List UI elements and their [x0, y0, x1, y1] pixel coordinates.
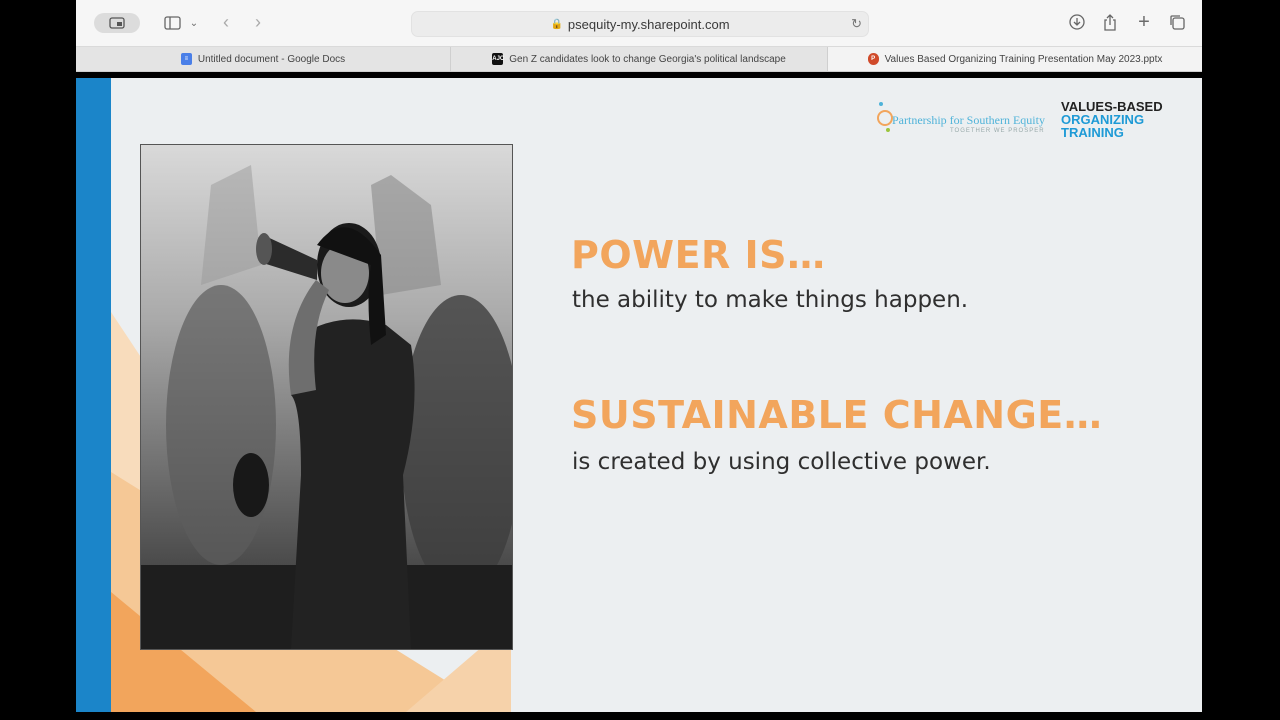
- chevron-right-icon: ›: [255, 11, 261, 32]
- partnership-southern-equity-logo: Partnership for Southern Equity TOGETHER…: [876, 98, 1052, 142]
- back-button[interactable]: ‹: [218, 12, 234, 32]
- new-tab-button[interactable]: +: [1135, 10, 1153, 33]
- sidebar-icon: [163, 16, 181, 30]
- values-based-organizing-logo: VALUES-BASED ORGANIZING TRAINING: [1061, 100, 1163, 139]
- browser-window: ⌄ ‹ › 🔒 psequity-my.sharepoint.com ↻ + ≡…: [76, 0, 1202, 712]
- tab-overview-grid-button[interactable]: [1168, 13, 1186, 31]
- sidebar-menu-chevron[interactable]: ⌄: [188, 14, 200, 32]
- tab-label: Gen Z candidates look to change Georgia'…: [509, 53, 786, 65]
- photo-illustration: [141, 145, 512, 649]
- reload-icon[interactable]: ↻: [851, 16, 862, 32]
- tab-google-docs[interactable]: ≡ Untitled document - Google Docs: [76, 47, 451, 71]
- chevron-down-icon: ⌄: [189, 17, 199, 29]
- powerpoint-icon: P: [867, 53, 879, 65]
- tab-overview-button[interactable]: [94, 13, 140, 33]
- google-docs-icon: ≡: [180, 53, 192, 65]
- tab-bar: ≡ Untitled document - Google Docs AJC Ge…: [76, 47, 1202, 72]
- presentation-slide: Partnership for Southern Equity TOGETHER…: [76, 78, 1202, 712]
- power-heading: POWER IS…: [571, 233, 826, 277]
- tabs-icon: [1170, 15, 1185, 30]
- tab-label: Values Based Organizing Training Present…: [884, 53, 1163, 65]
- browser-toolbar: ⌄ ‹ › 🔒 psequity-my.sharepoint.com ↻ +: [76, 0, 1202, 47]
- lock-icon: 🔒: [550, 18, 563, 30]
- tab-powerpoint[interactable]: P Values Based Organizing Training Prese…: [828, 47, 1202, 71]
- chevron-left-icon: ‹: [223, 11, 229, 32]
- tab-news-article[interactable]: AJC Gen Z candidates look to change Geor…: [451, 47, 828, 71]
- download-icon: [1069, 14, 1085, 30]
- logo-line-3: TRAINING: [1061, 125, 1124, 140]
- pse-logo-name: Partnership for Southern Equity: [892, 113, 1045, 127]
- protester-megaphone-photo: [140, 144, 513, 650]
- sustainable-change-definition: is created by using collective power.: [572, 449, 991, 475]
- forward-button[interactable]: ›: [250, 12, 266, 32]
- pse-logo-tagline: TOGETHER WE PROSPER: [950, 128, 1045, 134]
- share-icon: [1104, 13, 1116, 31]
- share-button[interactable]: [1101, 12, 1119, 32]
- sustainable-change-heading: SUSTAINABLE CHANGE…: [571, 393, 1103, 437]
- url-text: psequity-my.sharepoint.com: [567, 16, 730, 32]
- sidebar-toggle-button[interactable]: [162, 14, 182, 32]
- tab-overview-icon: [109, 17, 125, 29]
- downloads-button[interactable]: [1068, 13, 1086, 31]
- news-site-icon: AJC: [492, 53, 504, 65]
- power-definition: the ability to make things happen.: [572, 287, 969, 313]
- plus-icon: +: [1138, 10, 1150, 33]
- tab-label: Untitled document - Google Docs: [197, 53, 346, 65]
- address-bar[interactable]: 🔒 psequity-my.sharepoint.com ↻: [411, 11, 869, 37]
